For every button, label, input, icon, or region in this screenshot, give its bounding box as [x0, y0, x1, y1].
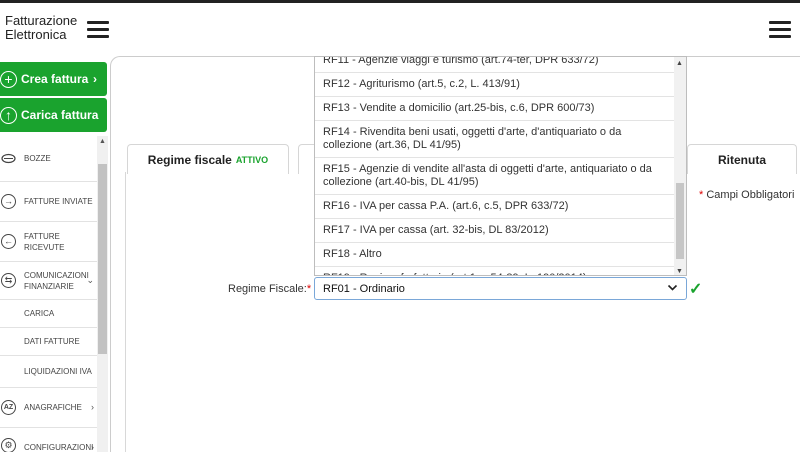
chevron-down-icon [667, 282, 678, 296]
app-title-line1: Fatturazione [5, 13, 78, 28]
dropdown-scrollbar[interactable]: ▲ ▼ [674, 57, 686, 275]
sidebar-scrollbar[interactable]: ▲ [97, 136, 108, 452]
app-title: Fatturazione Elettronica [5, 14, 77, 42]
sidebar-item-configurazioni[interactable]: ⚙ CONFIGURAZIONI › [0, 428, 97, 452]
scroll-up-arrow-icon[interactable]: ▲ [676, 60, 683, 67]
sidebar-item-carica[interactable]: CARICA [0, 300, 97, 328]
sidebar-item-label: CONFIGURAZIONI [24, 443, 94, 452]
top-bar: Fatturazione Elettronica [0, 0, 800, 56]
az-circle-icon: AZ [1, 400, 16, 415]
dropdown-option[interactable]: RF14 - Rivendita beni usati, oggetti d'a… [315, 121, 675, 158]
sidebar-item-anagrafiche[interactable]: AZ ANAGRAFICHE › [0, 388, 97, 428]
sidebar-item-bozze[interactable]: BOZZE [0, 136, 97, 182]
sidebar-item-dati-fatture[interactable]: DATI FATTURE [0, 328, 97, 356]
arrow-right-circle-icon: → [1, 194, 16, 209]
tab-regime-fiscale[interactable]: Regime fiscale ATTIVO [127, 144, 289, 174]
dropdown-option[interactable]: RF19 - Regime forfettario (art.1, c.54-8… [315, 267, 675, 275]
dropdown-option[interactable]: RF11 - Agenzie viaggi e turismo (art.74-… [315, 57, 675, 73]
gear-icon: ⚙ [1, 438, 16, 452]
sidebar-item-fatture-ricevute[interactable]: ← FATTURE RICEVUTE [0, 222, 97, 262]
chevron-down-icon: ⌄ [86, 275, 94, 285]
crea-fattura-label: Crea fattura [21, 72, 89, 86]
upload-circle-icon: ↑ [0, 106, 17, 124]
field-label-text: Regime Fiscale: [228, 283, 307, 295]
tab-ritenuta[interactable]: Ritenuta [687, 144, 797, 174]
dropdown-option[interactable]: RF13 - Vendite a domicilio (art.25-bis, … [315, 97, 675, 121]
dropdown-option[interactable]: RF12 - Agriturismo (art.5, c.2, L. 413/9… [315, 73, 675, 97]
sidebar-nav: BOZZE → FATTURE INVIATE ← FATTURE RICEVU… [0, 136, 97, 452]
required-note-text: Campi Obbligatori [706, 189, 795, 201]
required-fields-note: * Campi Obbligatori [699, 189, 794, 201]
selected-value: RF01 - Ordinario [323, 282, 405, 295]
active-badge: ATTIVO [235, 154, 269, 165]
sidebar-item-label: CARICA [24, 309, 55, 318]
exchange-circle-icon: ⇆ [1, 273, 16, 288]
sidebar-scroll-thumb[interactable] [98, 164, 107, 354]
sidebar-item-fatture-inviate[interactable]: → FATTURE INVIATE [0, 182, 97, 222]
sidebar-item-label: FATTURE RICEVUTE [24, 231, 65, 252]
chevron-right-icon: › [93, 72, 97, 86]
scroll-down-arrow-icon[interactable]: ▼ [676, 268, 683, 275]
app-title-line2: Elettronica [5, 27, 67, 42]
required-star: * [699, 189, 704, 201]
dropdown-option[interactable]: RF16 - IVA per cassa P.A. (art.6, c.5, D… [315, 195, 675, 219]
sidebar-item-label: FATTURE INVIATE [24, 197, 93, 206]
regime-fiscale-select[interactable]: RF01 - Ordinario [314, 277, 687, 300]
carica-fattura-label: Carica fattura [21, 108, 99, 122]
crea-fattura-button[interactable]: + Crea fattura › [0, 62, 107, 96]
plus-circle-icon: + [0, 70, 17, 88]
regime-fiscale-label: Regime Fiscale:* [228, 283, 311, 295]
sidebar-item-comunicazioni-finanziarie[interactable]: ⇆ COMUNICAZIONI FINANZIARIE ⌄ [0, 262, 97, 300]
dropdown-scroll-thumb[interactable] [676, 183, 684, 259]
dropdown-option[interactable]: RF15 - Agenzie di vendite all'asta di og… [315, 158, 675, 195]
hamburger-menu-icon[interactable] [87, 21, 109, 39]
dropdown-option[interactable]: RF18 - Altro [315, 243, 675, 267]
sidebar-item-label: ANAGRAFICHE [24, 403, 82, 412]
dropdown-option[interactable]: RF17 - IVA per cassa (art. 32-bis, DL 83… [315, 219, 675, 243]
tab-label: Ritenuta [718, 152, 766, 167]
required-star: * [306, 283, 312, 295]
arrow-left-circle-icon: ← [1, 234, 16, 249]
sidebar: + Crea fattura › ↑ Carica fattura BOZZE … [0, 56, 110, 452]
dropdown-options-list: RF11 - Agenzie viaggi e turismo (art.74-… [315, 57, 675, 275]
chevron-right-icon: › [91, 442, 94, 452]
drafts-icon [1, 151, 16, 166]
sidebar-item-liquidazioni-iva[interactable]: LIQUIDAZIONI IVA [0, 356, 97, 388]
tab-label: Regime fiscale [147, 152, 232, 167]
scroll-up-arrow-icon[interactable]: ▲ [99, 138, 106, 145]
chevron-right-icon: › [91, 402, 94, 412]
sidebar-item-label: DATI FATTURE [24, 337, 80, 346]
carica-fattura-button[interactable]: ↑ Carica fattura [0, 98, 107, 132]
valid-check-icon: ✓ [689, 281, 703, 298]
regime-fiscale-dropdown[interactable]: RF11 - Agenzie viaggi e turismo (art.74-… [314, 56, 687, 276]
sidebar-item-label: LIQUIDAZIONI IVA [24, 367, 92, 376]
sidebar-item-label: BOZZE [24, 154, 51, 163]
hamburger-menu-icon-right[interactable] [769, 21, 791, 39]
